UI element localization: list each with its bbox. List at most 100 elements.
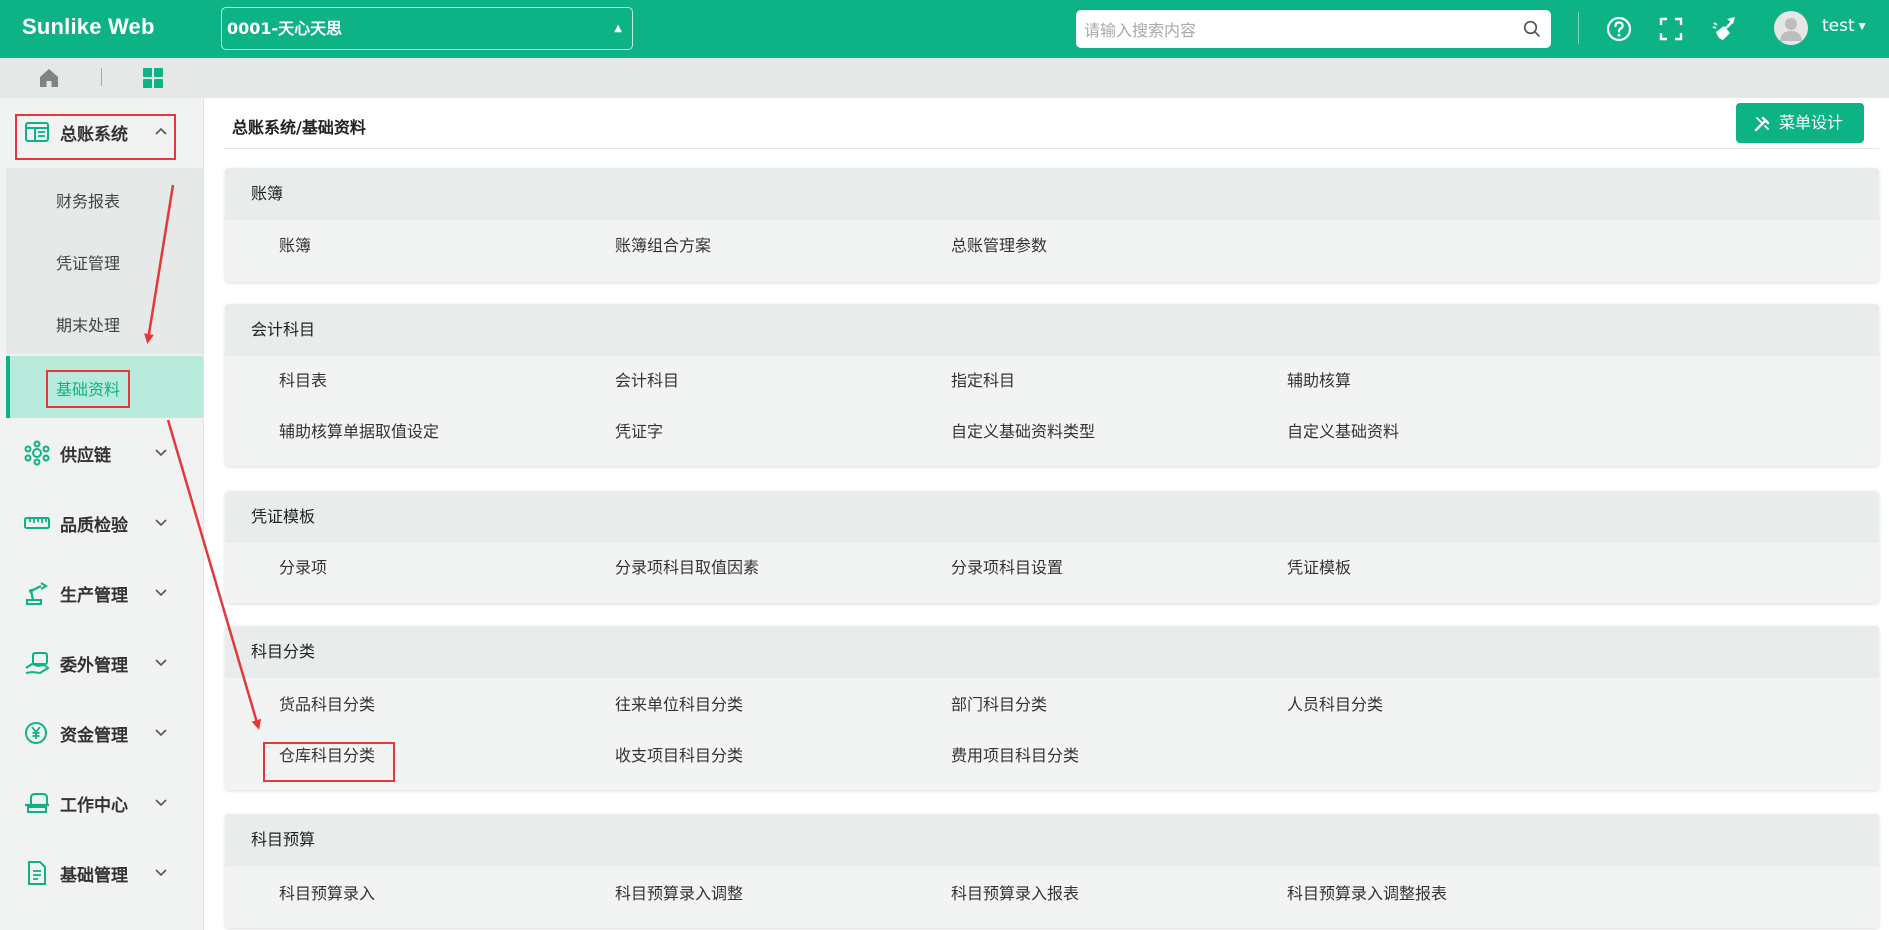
avatar[interactable]: [1774, 11, 1808, 45]
section-item[interactable]: 凭证字: [615, 418, 663, 442]
search-input[interactable]: [1082, 10, 1506, 50]
sidebar-item-label: 基础管理: [60, 866, 128, 886]
section-item[interactable]: 科目预算录入报表: [951, 880, 1079, 904]
section-accounting-subjects: 会计科目 科目表 会计科目 指定科目 辅助核算 辅助核算单据取值设定 凭证字 自…: [225, 304, 1879, 466]
section-item[interactable]: 科目预算录入: [279, 880, 375, 904]
section-item[interactable]: 往来单位科目分类: [615, 691, 743, 715]
section-item[interactable]: 部门科目分类: [951, 691, 1047, 715]
section-title: 凭证模板: [225, 491, 1879, 543]
supply-chain-icon: [24, 440, 50, 466]
sidebar: 总账系统 财务报表 凭证管理 期末处理 基础资料 供应链 品质检验 生产管理 委…: [0, 98, 204, 930]
title-divider: [224, 148, 1879, 149]
chevron-down-icon: [155, 869, 167, 877]
menu-design-button[interactable]: 菜单设计: [1736, 103, 1864, 143]
sidebar-subitem-label: 财务报表: [56, 192, 121, 211]
home-icon[interactable]: [38, 67, 60, 89]
section-ledger: 账簿 账簿 账簿组合方案 总账管理参数: [225, 168, 1879, 282]
section-item[interactable]: 会计科目: [615, 367, 679, 391]
section-item[interactable]: 科目预算录入调整: [615, 880, 743, 904]
sidebar-item-production[interactable]: 生产管理: [0, 567, 204, 619]
company-selector-value: 0001-天心天思: [227, 19, 343, 38]
section-item[interactable]: 费用项目科目分类: [951, 742, 1079, 766]
sidebar-item-label: 生产管理: [60, 586, 128, 606]
caret-down-icon: ▼: [1858, 22, 1866, 32]
sidebar-item-funds[interactable]: 资金管理: [0, 707, 204, 759]
brand-logo: Sunlike Web: [22, 14, 155, 39]
sidebar-item-work-center[interactable]: 工作中心: [0, 777, 204, 829]
sidebar-item-label: 委外管理: [60, 656, 128, 676]
chevron-down-icon: [155, 659, 167, 667]
section-voucher-templates: 凭证模板 分录项 分录项科目取值因素 分录项科目设置 凭证模板: [225, 491, 1879, 603]
search-box: [1076, 10, 1551, 50]
sidebar-subitem-label: 期末处理: [56, 316, 121, 335]
section-item[interactable]: 科目表: [279, 367, 327, 391]
sidebar-item-voucher-management[interactable]: 凭证管理: [6, 230, 203, 292]
ruler-icon: [24, 517, 50, 529]
sidebar-item-financial-reports[interactable]: 财务报表: [6, 168, 203, 230]
yuan-icon: [25, 722, 47, 744]
sidebar-item-basic-management[interactable]: 基础管理: [0, 847, 204, 899]
section-item[interactable]: 总账管理参数: [951, 232, 1047, 256]
section-item[interactable]: 分录项: [279, 554, 327, 578]
section-title: 科目分类: [225, 626, 1879, 678]
section-item[interactable]: 货品科目分类: [279, 691, 375, 715]
annotation-box: [46, 370, 130, 408]
menu-design-label: 菜单设计: [1779, 113, 1844, 132]
sidebar-subitem-label: 凭证管理: [56, 254, 121, 273]
section-item[interactable]: 自定义基础资料: [1287, 418, 1399, 442]
chevron-down-icon: [155, 589, 167, 597]
help-icon[interactable]: [1604, 14, 1634, 44]
section-item[interactable]: 人员科目分类: [1287, 691, 1383, 715]
section-title: 账簿: [225, 168, 1879, 220]
clear-cache-icon[interactable]: [1710, 14, 1740, 44]
section-item[interactable]: 指定科目: [951, 367, 1015, 391]
breadcrumb: 总账系统/基础资料: [232, 118, 366, 137]
section-item[interactable]: 凭证模板: [1287, 554, 1351, 578]
chevron-down-icon: [155, 519, 167, 527]
section-item[interactable]: 辅助核算: [1287, 367, 1351, 391]
sidebar-item-supply-chain[interactable]: 供应链: [0, 427, 204, 479]
company-selector[interactable]: 0001-天心天思 ▲: [221, 7, 633, 50]
sidebar-item-outsourcing[interactable]: 委外管理: [0, 637, 204, 689]
robot-arm-icon: [26, 582, 48, 605]
section-subject-budget: 科目预算 科目预算录入 科目预算录入调整 科目预算录入报表 科目预算录入调整报表: [225, 814, 1879, 928]
document-icon: [28, 861, 46, 885]
sidebar-item-label: 供应链: [60, 446, 111, 466]
top-bar: Sunlike Web 0001-天心天思 ▲ test▼: [0, 0, 1889, 58]
section-item[interactable]: 账簿: [279, 232, 311, 256]
dashboard-grid-icon[interactable]: [142, 67, 164, 89]
section-item[interactable]: 自定义基础资料类型: [951, 418, 1095, 442]
section-item[interactable]: 科目预算录入调整报表: [1287, 880, 1447, 904]
sidebar-item-label: 品质检验: [60, 516, 128, 536]
section-title: 会计科目: [225, 304, 1879, 356]
user-name: test: [1822, 16, 1855, 36]
main-content: 总账系统/基础资料 菜单设计 账簿 账簿 账簿组合方案 总账管理参数 会计科目 …: [204, 98, 1889, 930]
sidebar-item-period-end[interactable]: 期末处理: [6, 292, 203, 354]
toolbar-divider: [1578, 12, 1579, 44]
workstation-icon: [25, 793, 49, 813]
section-title: 科目预算: [225, 814, 1879, 866]
annotation-box: [263, 742, 395, 782]
section-item[interactable]: 分录项科目设置: [951, 554, 1063, 578]
section-item[interactable]: 辅助核算单据取值设定: [279, 418, 439, 442]
chevron-down-icon: [155, 729, 167, 737]
sidebar-item-label: 资金管理: [60, 726, 128, 746]
handshake-icon: [25, 652, 50, 675]
user-menu[interactable]: test ▼: [1822, 16, 1866, 36]
section-item[interactable]: 收支项目科目分类: [615, 742, 743, 766]
design-tools-icon: [1754, 116, 1770, 132]
tab-divider: [101, 68, 102, 86]
chevron-down-icon: [155, 449, 167, 457]
search-icon[interactable]: [1523, 20, 1541, 38]
sidebar-item-label: 工作中心: [60, 796, 128, 816]
tab-bar: [0, 58, 1889, 98]
user-icon: [1780, 18, 1802, 41]
chevron-down-icon: [155, 799, 167, 807]
fullscreen-icon[interactable]: [1656, 14, 1686, 44]
section-item[interactable]: 分录项科目取值因素: [615, 554, 759, 578]
section-subject-categories: 科目分类 货品科目分类 往来单位科目分类 部门科目分类 人员科目分类 仓库科目分…: [225, 626, 1879, 790]
section-item[interactable]: 账簿组合方案: [615, 232, 711, 256]
annotation-box: [15, 114, 176, 160]
caret-up-icon: ▲: [614, 23, 622, 34]
sidebar-item-quality-inspection[interactable]: 品质检验: [0, 497, 204, 549]
